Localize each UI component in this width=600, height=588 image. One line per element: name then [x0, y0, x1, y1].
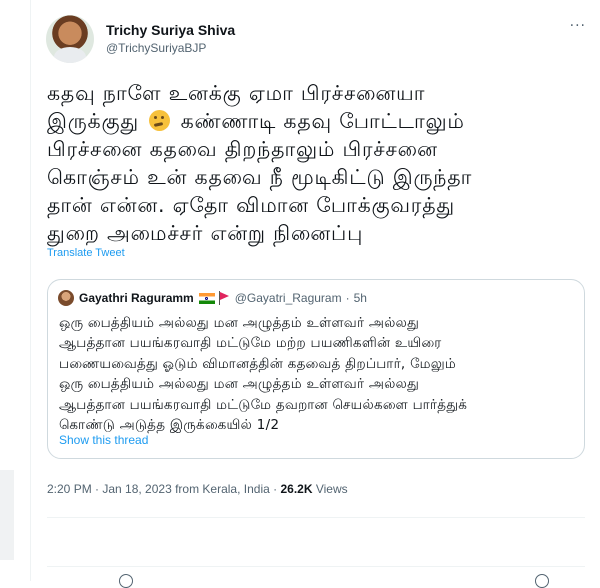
- author-block: Trichy Suriya Shiva @TrichySuriyaBJP: [106, 22, 235, 56]
- quoted-tweet[interactable]: Gayathri Raguramm @Gayatri_Raguram · 5h …: [47, 279, 585, 459]
- views-count[interactable]: 26.2K: [280, 482, 312, 496]
- india-flag-icon: [198, 292, 215, 304]
- thinking-face-emoji-icon: [149, 110, 171, 131]
- quoted-text-line: ஒரு பைத்தியம் அல்லது மன அழுத்தம் உள்ளவர்…: [59, 377, 420, 393]
- divider: [47, 566, 585, 567]
- quoted-tweet-text: ஒரு பைத்தியம் அல்லது மன அழுத்தம் உள்ளவர்…: [59, 314, 579, 436]
- tweet-text-line: துறை அமைச்சர் என்று நினைப்பு: [47, 221, 364, 245]
- tweet-meta: 2:20 PM · Jan 18, 2023 from Kerala, Indi…: [47, 482, 348, 496]
- red-flag-icon: [218, 291, 230, 305]
- tweet-timestamp[interactable]: 2:20 PM · Jan 18, 2023 from Kerala, Indi…: [47, 482, 280, 496]
- quoted-tweet-header: Gayathri Raguramm @Gayatri_Raguram · 5h: [58, 290, 367, 306]
- tweet-text-fragment: இருக்குது: [47, 109, 139, 133]
- tweet-text-line: தான் என்ன. ஏதோ விமான போக்குவரத்து: [47, 193, 455, 217]
- quoted-text-line: ஒரு பைத்தியம் அல்லது மன அழுத்தம் உள்ளவர்…: [59, 316, 420, 331]
- author-avatar[interactable]: [46, 15, 94, 63]
- tweet-text-line: பிரச்சனை கதவை திறந்தாலும் பிரச்சனை: [47, 137, 438, 161]
- views-label: Views: [312, 482, 348, 496]
- tweet-text-fragment: கண்ணாடி கதவு போட்டாலும்: [180, 109, 465, 133]
- quoted-timestamp[interactable]: 5h: [354, 291, 367, 305]
- action-bar: [47, 572, 585, 588]
- tweet-card: Trichy Suriya Shiva @TrichySuriyaBJP ···…: [30, 0, 600, 588]
- tweet-text: கதவு நாளே உனக்கு ஏமா பிரச்சனையா இருக்குத…: [47, 79, 587, 247]
- more-options-icon[interactable]: ···: [570, 18, 586, 34]
- separator-dot: ·: [345, 291, 350, 305]
- left-rail: [0, 0, 30, 581]
- avatar-shirt: [54, 47, 86, 63]
- translate-tweet-link[interactable]: Translate Tweet: [47, 247, 125, 259]
- quoted-text-line: ஆபத்தான பயங்கரவாதி மட்டுமே தவறான செயல்கள…: [59, 397, 468, 413]
- left-rail-shade: [0, 470, 14, 560]
- quoted-text-line: பணையவைத்து ஓடும் விமானத்தின் கதவைத் திறப…: [59, 356, 457, 372]
- quoted-text-line: ஆபத்தான பயங்கரவாதி மட்டுமே மற்ற பயணிகளின…: [59, 336, 442, 352]
- share-icon[interactable]: [535, 574, 549, 588]
- quoted-author-handle[interactable]: @Gayatri_Raguram: [235, 291, 342, 305]
- quoted-author-name[interactable]: Gayathri Raguramm: [79, 291, 194, 305]
- reply-icon[interactable]: [119, 574, 133, 588]
- divider: [47, 517, 585, 518]
- tweet-text-line: கொஞ்சம் உன் கதவை நீ மூடிகிட்டு இருந்தா: [47, 165, 473, 189]
- author-name[interactable]: Trichy Suriya Shiva: [106, 22, 235, 39]
- author-handle[interactable]: @TrichySuriyaBJP: [106, 40, 235, 56]
- quoted-author-avatar[interactable]: [58, 290, 74, 306]
- tweet-text-line: இருக்குது கண்ணாடி கதவு போட்டாலும்: [47, 107, 587, 135]
- show-thread-link[interactable]: Show this thread: [59, 433, 148, 447]
- tweet-text-line: கதவு நாளே உனக்கு ஏமா பிரச்சனையா: [47, 81, 426, 105]
